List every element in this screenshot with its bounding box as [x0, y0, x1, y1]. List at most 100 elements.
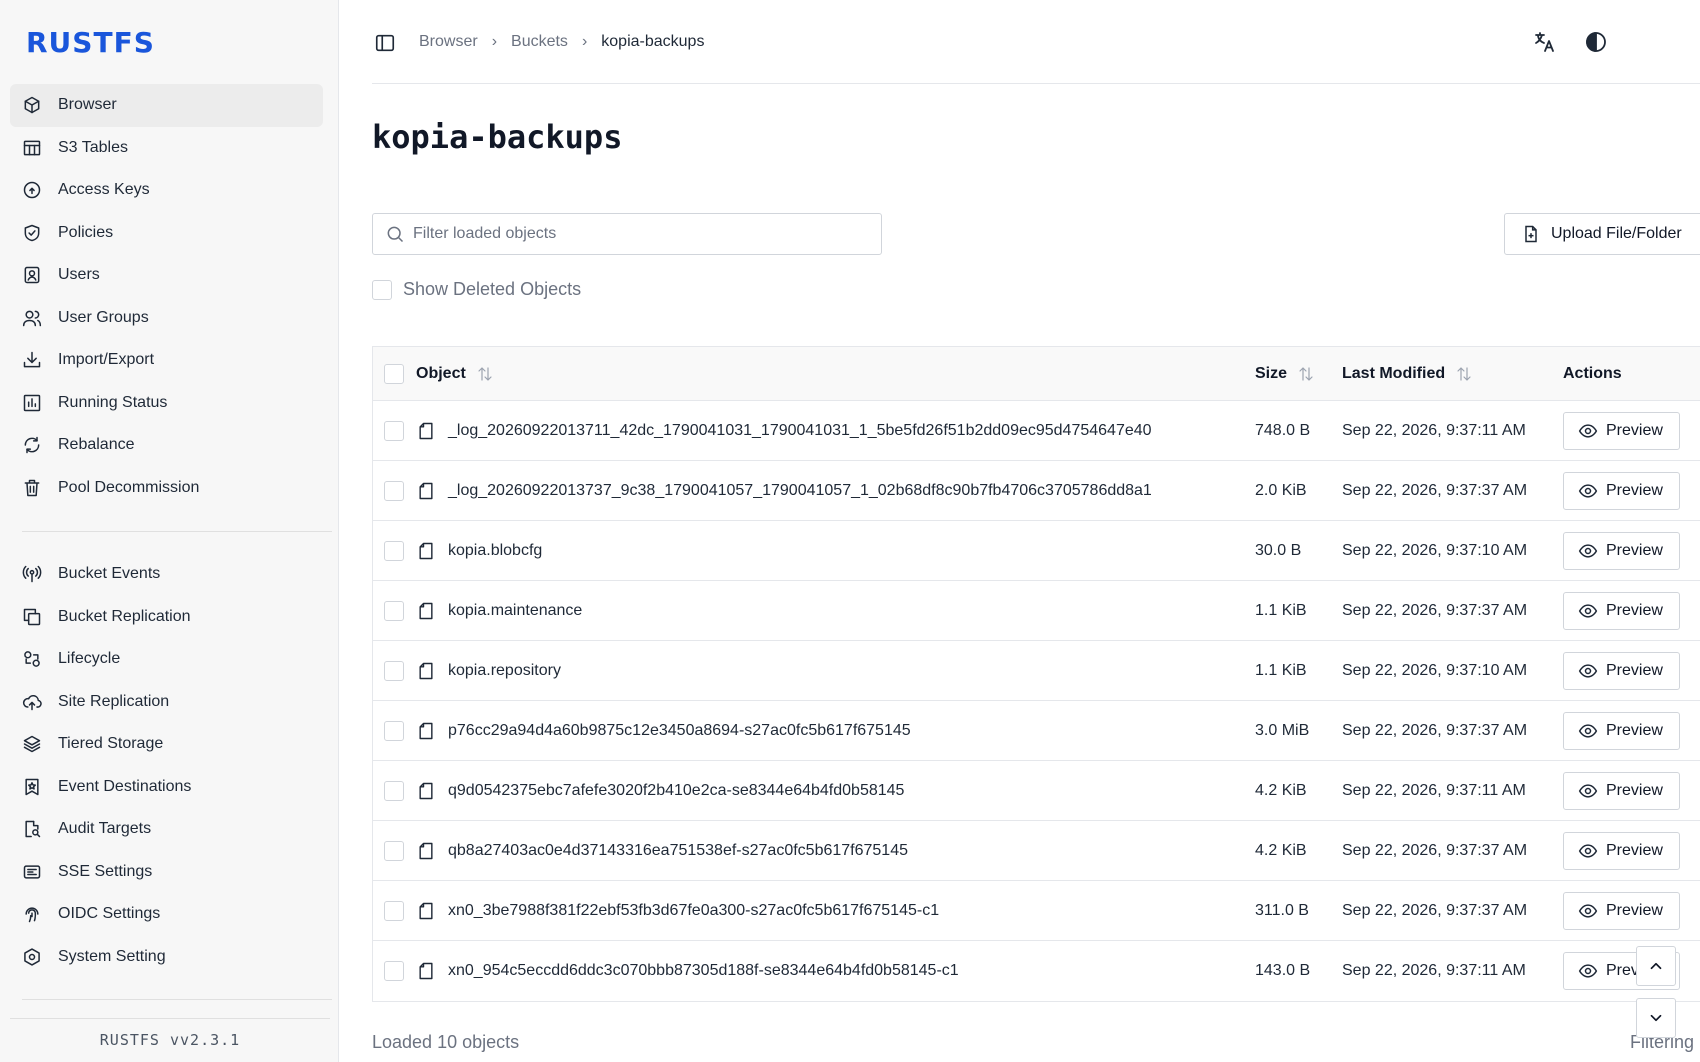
sidebar-toggle-icon[interactable] [374, 32, 396, 54]
table-row[interactable]: xn0_954c5eccdd6ddc3c070bbb87305d188f-se8… [373, 941, 1700, 1001]
sidebar-item-s3-tables[interactable]: S3 Tables [10, 127, 323, 170]
object-name[interactable]: _log_20260922013711_42dc_1790041031_1790… [448, 422, 1152, 440]
sidebar-item-user-groups[interactable]: User Groups [10, 297, 323, 340]
row-checkbox[interactable] [384, 900, 404, 921]
sidebar-item-oidc-settings[interactable]: OIDC Settings [10, 893, 323, 936]
table-row[interactable]: _log_20260922013711_42dc_1790041031_1790… [373, 401, 1700, 461]
eye-icon [1578, 543, 1598, 558]
object-name[interactable]: _log_20260922013737_9c38_1790041057_1790… [448, 482, 1152, 500]
sidebar-item-policies[interactable]: Policies [10, 212, 323, 255]
object-name[interactable]: xn0_3be7988f381f22ebf53fb3d67fe0a300-s27… [448, 902, 939, 920]
sidebar-item-system-setting[interactable]: System Setting [10, 936, 323, 979]
table-row[interactable]: p76cc29a94d4a60b9875c12e3450a8694-s27ac0… [373, 701, 1700, 761]
sidebar-item-import-export[interactable]: Import/Export [10, 339, 323, 382]
sidebar-item-running-status[interactable]: Running Status [10, 382, 323, 425]
object-name[interactable]: q9d0542375ebc7afefe3020f2b410e2ca-se8344… [448, 782, 904, 800]
upload-button[interactable]: Upload File/Folder [1504, 213, 1700, 255]
show-deleted-label: Show Deleted Objects [403, 279, 582, 299]
object-size: 3.0 MiB [1255, 721, 1310, 739]
language-icon[interactable] [1532, 30, 1556, 54]
sidebar-item-users[interactable]: Users [10, 254, 323, 297]
row-checkbox[interactable] [384, 840, 404, 861]
row-checkbox[interactable] [384, 720, 404, 741]
breadcrumb-buckets[interactable]: Buckets [511, 33, 568, 51]
row-checkbox[interactable] [384, 961, 404, 981]
sidebar-item-pool-decommission[interactable]: Pool Decommission [10, 467, 323, 510]
breadcrumb-browser[interactable]: Browser [419, 33, 478, 51]
sort-icon[interactable] [1455, 365, 1473, 383]
object-last-modified: Sep 22, 2026, 9:37:37 AM [1342, 721, 1528, 739]
object-name[interactable]: p76cc29a94d4a60b9875c12e3450a8694-s27ac0… [448, 722, 911, 740]
chevron-right-icon: › [581, 33, 588, 50]
search-input[interactable] [413, 225, 853, 243]
sidebar-item-access-keys[interactable]: Access Keys [10, 169, 323, 212]
scroll-down-button[interactable] [1636, 998, 1676, 1038]
sidebar-item-browser[interactable]: Browser [10, 84, 323, 127]
sidebar-item-audit-targets[interactable]: Audit Targets [10, 808, 323, 851]
object-name[interactable]: qb8a27403ac0e4d37143316ea751538ef-s27ac0… [448, 842, 908, 860]
object-name[interactable]: kopia.maintenance [448, 602, 582, 620]
chevron-down-icon [1650, 1014, 1662, 1022]
layers-icon [22, 734, 42, 754]
column-last-modified[interactable]: Last Modified [1342, 347, 1473, 400]
preview-button[interactable]: Preview [1563, 771, 1680, 810]
theme-toggle-icon[interactable] [1584, 30, 1608, 54]
sidebar-item-label: SSE Settings [58, 862, 153, 880]
show-deleted-checkbox[interactable] [372, 279, 392, 300]
column-object[interactable]: Object [416, 347, 494, 400]
sidebar-item-tiered-storage[interactable]: Tiered Storage [10, 723, 323, 766]
row-checkbox[interactable] [384, 540, 404, 561]
app-logo[interactable]: RUSTFS [26, 26, 155, 59]
row-checkbox[interactable] [384, 660, 404, 681]
table-row[interactable]: kopia.blobcfg 30.0 B Sep 22, 2026, 9:37:10… [373, 521, 1700, 581]
file-icon [416, 661, 436, 681]
preview-button[interactable]: Preview [1563, 411, 1680, 450]
copy-icon [22, 607, 42, 627]
row-checkbox[interactable] [384, 480, 404, 501]
file-search-icon [22, 819, 42, 839]
preview-button[interactable]: Preview [1563, 711, 1680, 750]
object-name[interactable]: xn0_954c5eccdd6ddc3c070bbb87305d188f-se8… [448, 962, 959, 980]
table-row[interactable]: kopia.maintenance 1.1 KiB Sep 22, 2026, 9:… [373, 581, 1700, 641]
sidebar-item-site-replication[interactable]: Site Replication [10, 681, 323, 724]
object-size: 1.1 KiB [1255, 661, 1307, 679]
row-checkbox[interactable] [384, 420, 404, 441]
preview-button[interactable]: Preview [1563, 591, 1680, 630]
object-name[interactable]: kopia.repository [448, 662, 561, 680]
object-last-modified: Sep 22, 2026, 9:37:10 AM [1342, 661, 1528, 679]
sidebar-item-sse-settings[interactable]: SSE Settings [10, 851, 323, 894]
sidebar-item-bucket-replication[interactable]: Bucket Replication [10, 596, 323, 639]
table-row[interactable]: kopia.repository 1.1 KiB Sep 22, 2026, 9:3… [373, 641, 1700, 701]
preview-button[interactable]: Preview [1563, 531, 1680, 570]
table-row[interactable]: xn0_3be7988f381f22ebf53fb3d67fe0a300-s27… [373, 881, 1700, 941]
object-size: 143.0 B [1255, 962, 1311, 979]
sidebar-item-bucket-events[interactable]: Bucket Events [10, 553, 323, 596]
file-icon [416, 781, 436, 801]
sidebar-item-label: Lifecycle [58, 650, 121, 668]
table-header: Object Size Last Modified Actions [373, 347, 1700, 401]
object-name[interactable]: kopia.blobcfg [448, 542, 542, 560]
sidebar-item-event-destinations[interactable]: Event Destinations [10, 766, 323, 809]
search-box[interactable] [372, 213, 882, 255]
select-all-checkbox[interactable] [384, 363, 404, 384]
row-checkbox[interactable] [384, 780, 404, 801]
scroll-up-button[interactable] [1636, 946, 1676, 986]
table-row[interactable]: qb8a27403ac0e4d37143316ea751538ef-s27ac0… [373, 821, 1700, 881]
table-row[interactable]: _log_20260922013737_9c38_1790041057_1790… [373, 461, 1700, 521]
preview-button[interactable]: Preview [1563, 891, 1680, 930]
preview-button[interactable]: Preview [1563, 831, 1680, 870]
table-row[interactable]: q9d0542375ebc7afefe3020f2b410e2ca-se8344… [373, 761, 1700, 821]
file-icon [416, 841, 436, 861]
sidebar-item-label: Policies [58, 223, 114, 241]
sort-icon[interactable] [1297, 365, 1315, 383]
download-tray-icon [22, 350, 42, 370]
sidebar-item-lifecycle[interactable]: Lifecycle [10, 638, 323, 681]
preview-button[interactable]: Preview [1563, 651, 1680, 690]
row-checkbox[interactable] [384, 600, 404, 621]
sidebar-item-rebalance[interactable]: Rebalance [10, 424, 323, 467]
sort-icon[interactable] [476, 365, 494, 383]
column-size[interactable]: Size [1255, 347, 1315, 400]
sidebar-item-label: Users [58, 266, 100, 284]
show-deleted-toggle[interactable]: Show Deleted Objects [372, 279, 581, 300]
preview-button[interactable]: Preview [1563, 471, 1680, 510]
